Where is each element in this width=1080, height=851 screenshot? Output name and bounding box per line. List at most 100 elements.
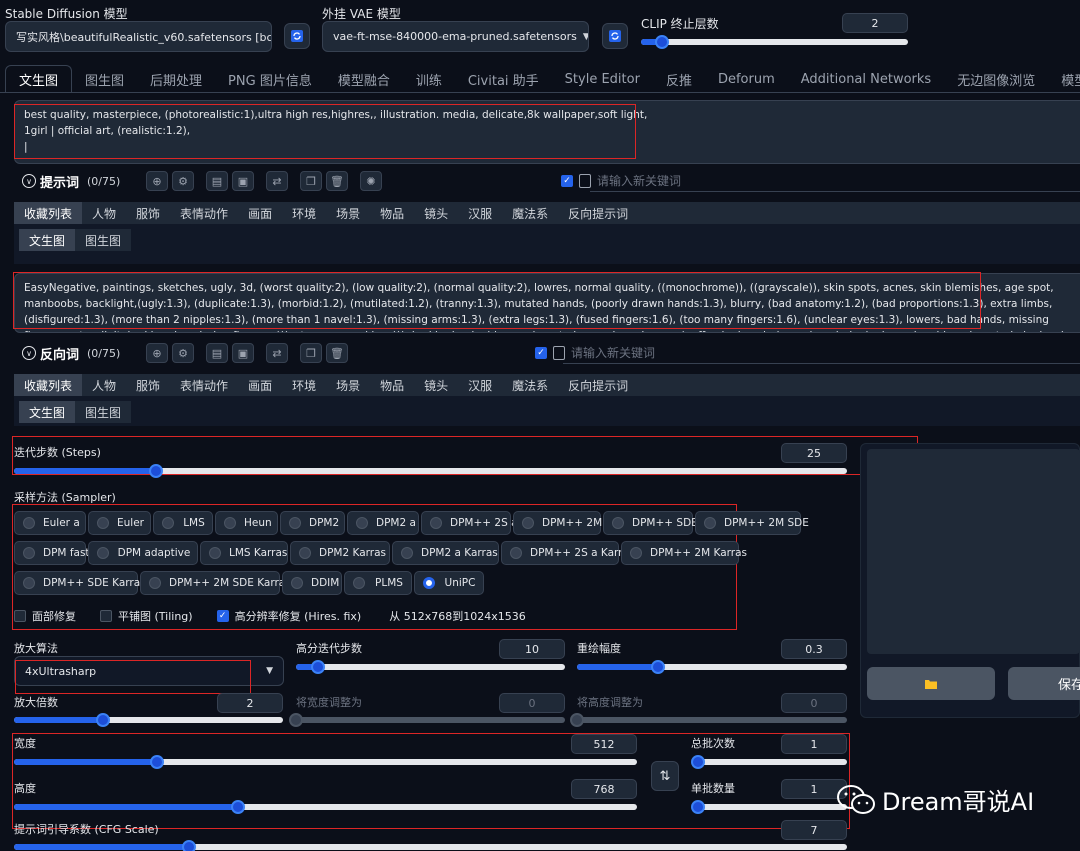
category-tab-7[interactable]: 物品 — [370, 374, 414, 396]
tab-10[interactable]: Additional Networks — [788, 65, 944, 93]
category-tab-8[interactable]: 镜头 — [414, 202, 458, 224]
ai-icon[interactable]: ✺ — [360, 171, 382, 191]
open-folder-button[interactable] — [867, 667, 995, 700]
translate-text-icon[interactable]: ⇄ — [266, 171, 288, 191]
radio-icon[interactable] — [510, 547, 522, 559]
scale-input[interactable]: 2 — [217, 693, 283, 713]
radio-icon[interactable] — [162, 517, 174, 529]
tab-7[interactable]: Style Editor — [552, 65, 653, 93]
resize-width-slider[interactable] — [289, 713, 565, 727]
radio-icon[interactable] — [209, 547, 221, 559]
category-tab-8[interactable]: 镜头 — [414, 374, 458, 396]
collapse-icon[interactable]: ∨ — [22, 174, 36, 188]
category-tab-4[interactable]: 画面 — [238, 374, 282, 396]
radio-icon[interactable] — [522, 517, 534, 529]
sampler-option[interactable]: DPM++ 2M SDE — [695, 511, 809, 535]
radio-icon[interactable] — [630, 547, 642, 559]
face-restore-checkbox[interactable] — [14, 610, 26, 622]
vae-select[interactable]: vae-ft-mse-840000-ema-pruned.safetensors… — [322, 21, 589, 52]
copy-icon[interactable]: ❐ — [300, 171, 322, 191]
tab-6[interactable]: Civitai 助手 — [455, 65, 552, 93]
batch-count-input[interactable]: 1 — [781, 734, 847, 754]
save-button[interactable]: 保存 — [1008, 667, 1080, 700]
translate-icon[interactable]: ⊕ — [146, 343, 168, 363]
category-tab-1[interactable]: 人物 — [82, 374, 126, 396]
radio-icon[interactable] — [704, 517, 716, 529]
prompt-textarea[interactable]: best quality, masterpiece, (photorealist… — [14, 100, 1080, 164]
batch-size-slider[interactable] — [691, 800, 847, 814]
category-tab-7[interactable]: 物品 — [370, 202, 414, 224]
category-tab-3[interactable]: 表情动作 — [170, 202, 238, 224]
sampler-option[interactable]: UniPC — [414, 571, 484, 595]
translate-icon[interactable]: ⊕ — [146, 171, 168, 191]
denoise-slider[interactable] — [577, 660, 847, 674]
history-icon[interactable]: ▤ — [206, 343, 228, 363]
tab-8[interactable]: 反推 — [653, 65, 705, 93]
sd-model-select[interactable]: 写实风格\beautifulRealistic_v60.safetensors … — [5, 21, 272, 52]
negative-prompt-textarea[interactable]: EasyNegative, paintings, sketches, ugly,… — [14, 273, 1080, 333]
tab-5[interactable]: 训练 — [403, 65, 455, 93]
radio-icon[interactable] — [299, 547, 311, 559]
radio-icon[interactable] — [612, 517, 624, 529]
radio-icon[interactable] — [356, 517, 368, 529]
radio-icon[interactable] — [23, 577, 35, 589]
category-tab-1[interactable]: 人物 — [82, 202, 126, 224]
category-tab-9[interactable]: 汉服 — [458, 202, 502, 224]
upscaler-select[interactable]: 4xUltrasharp ▼ — [14, 656, 284, 686]
steps-slider[interactable] — [14, 464, 847, 478]
bookmark-icon[interactable]: ▣ — [232, 171, 254, 191]
radio-icon[interactable] — [23, 547, 35, 559]
steps-input[interactable]: 25 — [781, 443, 847, 463]
hires-fix-checkbox[interactable]: ✓ — [216, 610, 229, 622]
trash-icon[interactable]: 🗑 — [326, 343, 348, 363]
sampler-option[interactable]: LMS — [153, 511, 213, 535]
category-tab-11[interactable]: 反向提示词 — [558, 374, 638, 396]
radio-icon[interactable] — [97, 517, 109, 529]
tab-12[interactable]: 模型转换 — [1048, 65, 1080, 93]
clip-skip-input[interactable]: 2 — [842, 13, 908, 33]
sampler-option[interactable]: DPM++ 2S a Karras — [501, 541, 634, 565]
swap-dimensions-button[interactable]: ⇅ — [651, 761, 679, 791]
refresh-models-button[interactable] — [284, 23, 310, 49]
sampler-option[interactable]: DPM++ 2S a — [421, 511, 518, 535]
negative-keyword-input[interactable]: ✓ 请输入新关键词 — [535, 344, 655, 361]
tab-1[interactable]: 图生图 — [72, 65, 137, 93]
width-slider[interactable] — [14, 755, 637, 769]
radio-icon[interactable] — [401, 547, 413, 559]
tab-0[interactable]: 文生图 — [5, 65, 73, 93]
collapse-icon[interactable]: ∨ — [22, 346, 36, 360]
category-tab-10[interactable]: 魔法系 — [502, 202, 558, 224]
category-tab-5[interactable]: 环境 — [282, 374, 326, 396]
category-tab-2[interactable]: 服饰 — [126, 202, 170, 224]
cfg-scale-input[interactable]: 7 — [781, 820, 847, 840]
clip-skip-slider[interactable] — [641, 35, 908, 49]
sampler-option[interactable]: Euler — [88, 511, 151, 535]
category-tab-4[interactable]: 画面 — [238, 202, 282, 224]
sampler-option[interactable]: DPM++ SDE Karras — [14, 571, 146, 595]
checkbox-icon[interactable]: ✓ — [535, 346, 547, 359]
category-tab-0[interactable]: 收藏列表 — [14, 374, 83, 396]
category-tab-5[interactable]: 环境 — [282, 202, 326, 224]
radio-icon[interactable] — [224, 517, 236, 529]
sampler-option[interactable]: DPM++ 2M — [513, 511, 602, 535]
radio-icon[interactable] — [149, 577, 161, 589]
tiling-checkbox[interactable] — [100, 610, 112, 622]
sampler-option[interactable]: DPM++ 2M Karras — [621, 541, 747, 565]
sampler-option[interactable]: DPM adaptive — [88, 541, 198, 565]
category-tab-6[interactable]: 场景 — [326, 374, 370, 396]
tab-2[interactable]: 后期处理 — [137, 65, 215, 93]
tab-4[interactable]: 模型融合 — [325, 65, 403, 93]
trash-icon[interactable]: 🗑 — [326, 171, 348, 191]
width-input[interactable]: 512 — [571, 734, 637, 754]
resize-width-input[interactable]: 0 — [499, 693, 565, 713]
sampler-option[interactable]: DPM++ SDE — [603, 511, 698, 535]
subtab-1[interactable]: 图生图 — [75, 229, 131, 251]
subtab-0[interactable]: 文生图 — [19, 229, 76, 251]
category-tab-6[interactable]: 场景 — [326, 202, 370, 224]
denoise-input[interactable]: 0.3 — [781, 639, 847, 659]
sampler-option[interactable]: DPM2 a — [347, 511, 419, 535]
category-tab-0[interactable]: 收藏列表 — [14, 202, 83, 224]
sampler-option[interactable]: Euler a — [14, 511, 86, 535]
prompt-keyword-input[interactable]: ✓ 请输入新关键词 — [561, 172, 681, 189]
height-slider[interactable] — [14, 800, 637, 814]
